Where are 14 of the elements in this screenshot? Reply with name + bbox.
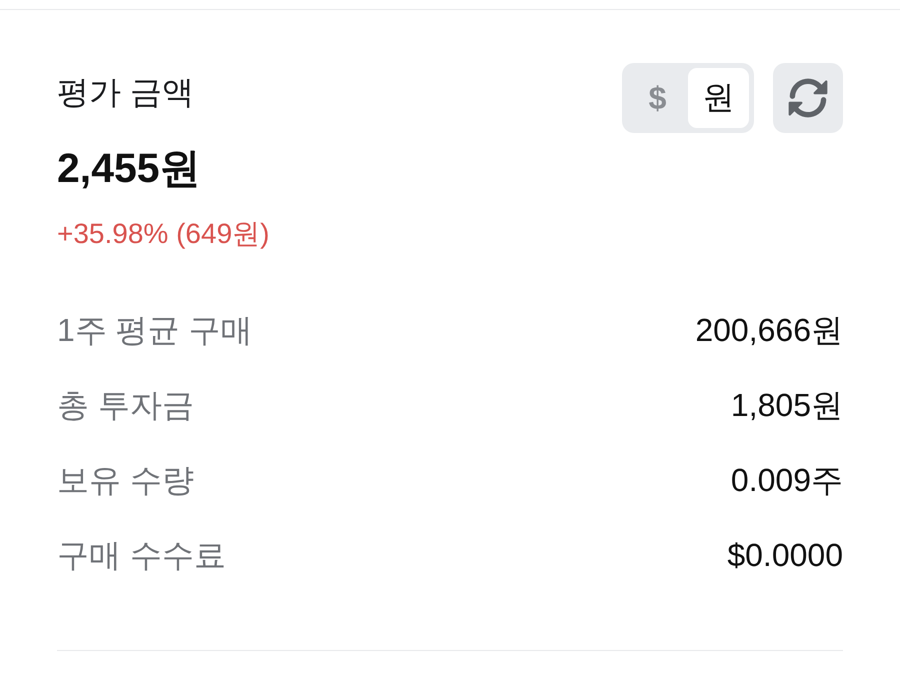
- detail-label: 1주 평균 구매: [57, 314, 253, 346]
- valuation-amount: 2,455원: [57, 148, 202, 189]
- section-title: 평가 금액: [57, 76, 194, 108]
- currency-option[interactable]: 원: [688, 68, 749, 128]
- detail-value: $0.0000: [727, 538, 843, 570]
- detail-label: 총 투자금: [57, 388, 194, 420]
- refresh-icon: [788, 78, 828, 118]
- refresh-button[interactable]: [773, 63, 843, 133]
- detail-label: 구매 수수료: [57, 538, 226, 570]
- detail-value: 200,666원: [695, 314, 843, 346]
- detail-value: 1,805원: [730, 388, 843, 420]
- detail-value: 0.009주: [730, 464, 843, 496]
- detail-label: 보유 수량: [57, 464, 194, 496]
- change-text: +35.98% (649원): [57, 220, 270, 248]
